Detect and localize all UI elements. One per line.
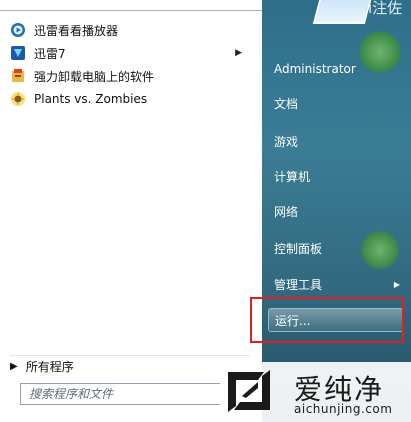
menu-item-network[interactable]: 网络 <box>268 199 404 223</box>
plants-vs-zombies-icon <box>11 92 25 106</box>
user-picture-frame <box>312 0 372 24</box>
menu-item-documents[interactable]: 文档 <box>268 91 404 115</box>
search-placeholder: 搜索程序和文件 <box>29 387 114 401</box>
menu-item-label: 控制面板 <box>274 241 323 256</box>
menu-item-admin-tools[interactable]: 管理工具 ▶ <box>268 272 404 296</box>
aichunjing-logo-icon <box>228 370 270 412</box>
program-label: 强力卸载电脑上的软件 <box>34 69 155 84</box>
submenu-arrow-icon: ▶ <box>235 48 242 58</box>
watermark: 爱纯净 aichunjing.com <box>220 362 411 422</box>
menu-item-label: 游戏 <box>274 134 299 149</box>
program-item-plants-vs-zombies[interactable]: Plants vs. Zombies <box>10 88 250 110</box>
menu-item-label: 管理工具 <box>274 277 323 292</box>
menu-item-label: 网络 <box>274 204 299 219</box>
program-item-xunlei-kankan[interactable]: 迅雷看看播放器 <box>10 19 250 41</box>
top-partial-text: i注佐 <box>368 0 403 17</box>
menu-item-games[interactable]: 游戏 <box>268 129 404 153</box>
xunlei7-icon <box>11 46 25 60</box>
xunlei-kankan-icon <box>11 23 25 37</box>
program-item-uninstall[interactable]: 强力卸载电脑上的软件 <box>10 65 250 87</box>
watermark-url: aichunjing.com <box>294 402 393 416</box>
program-label: 迅雷看看播放器 <box>34 23 119 38</box>
places-panel: Administrator 文档 游戏 计算机 网络 控制面板 管理工具 ▶ 运… <box>262 0 411 422</box>
menu-item-control-panel[interactable]: 控制面板 <box>268 236 404 260</box>
all-programs-label: 所有程序 <box>25 359 74 374</box>
search-input[interactable]: 搜索程序和文件 <box>20 383 230 405</box>
all-programs-button[interactable]: ▶ 所有程序 <box>10 355 250 376</box>
menu-item-label: 文档 <box>274 96 299 111</box>
menu-item-administrator[interactable]: Administrator <box>268 57 404 81</box>
uninstall-icon <box>12 69 24 82</box>
menu-item-computer[interactable]: 计算机 <box>268 164 404 188</box>
program-label: 迅雷7 <box>34 46 66 61</box>
program-item-xunlei7[interactable]: 迅雷7 ▶ <box>10 42 250 64</box>
programs-panel: 迅雷看看播放器 迅雷7 ▶ 强力卸载电脑上的软件 Plants vs. Zomb… <box>0 10 263 422</box>
program-label: Plants vs. Zombies <box>34 92 148 106</box>
submenu-arrow-icon: ▶ <box>393 279 400 289</box>
start-menu: 迅雷看看播放器 迅雷7 ▶ 强力卸载电脑上的软件 Plants vs. Zomb… <box>0 0 411 422</box>
red-highlight-box <box>250 297 404 343</box>
triangle-right-icon: ▶ <box>10 360 18 372</box>
menu-item-label: Administrator <box>274 62 356 76</box>
menu-item-label: 计算机 <box>274 169 311 184</box>
